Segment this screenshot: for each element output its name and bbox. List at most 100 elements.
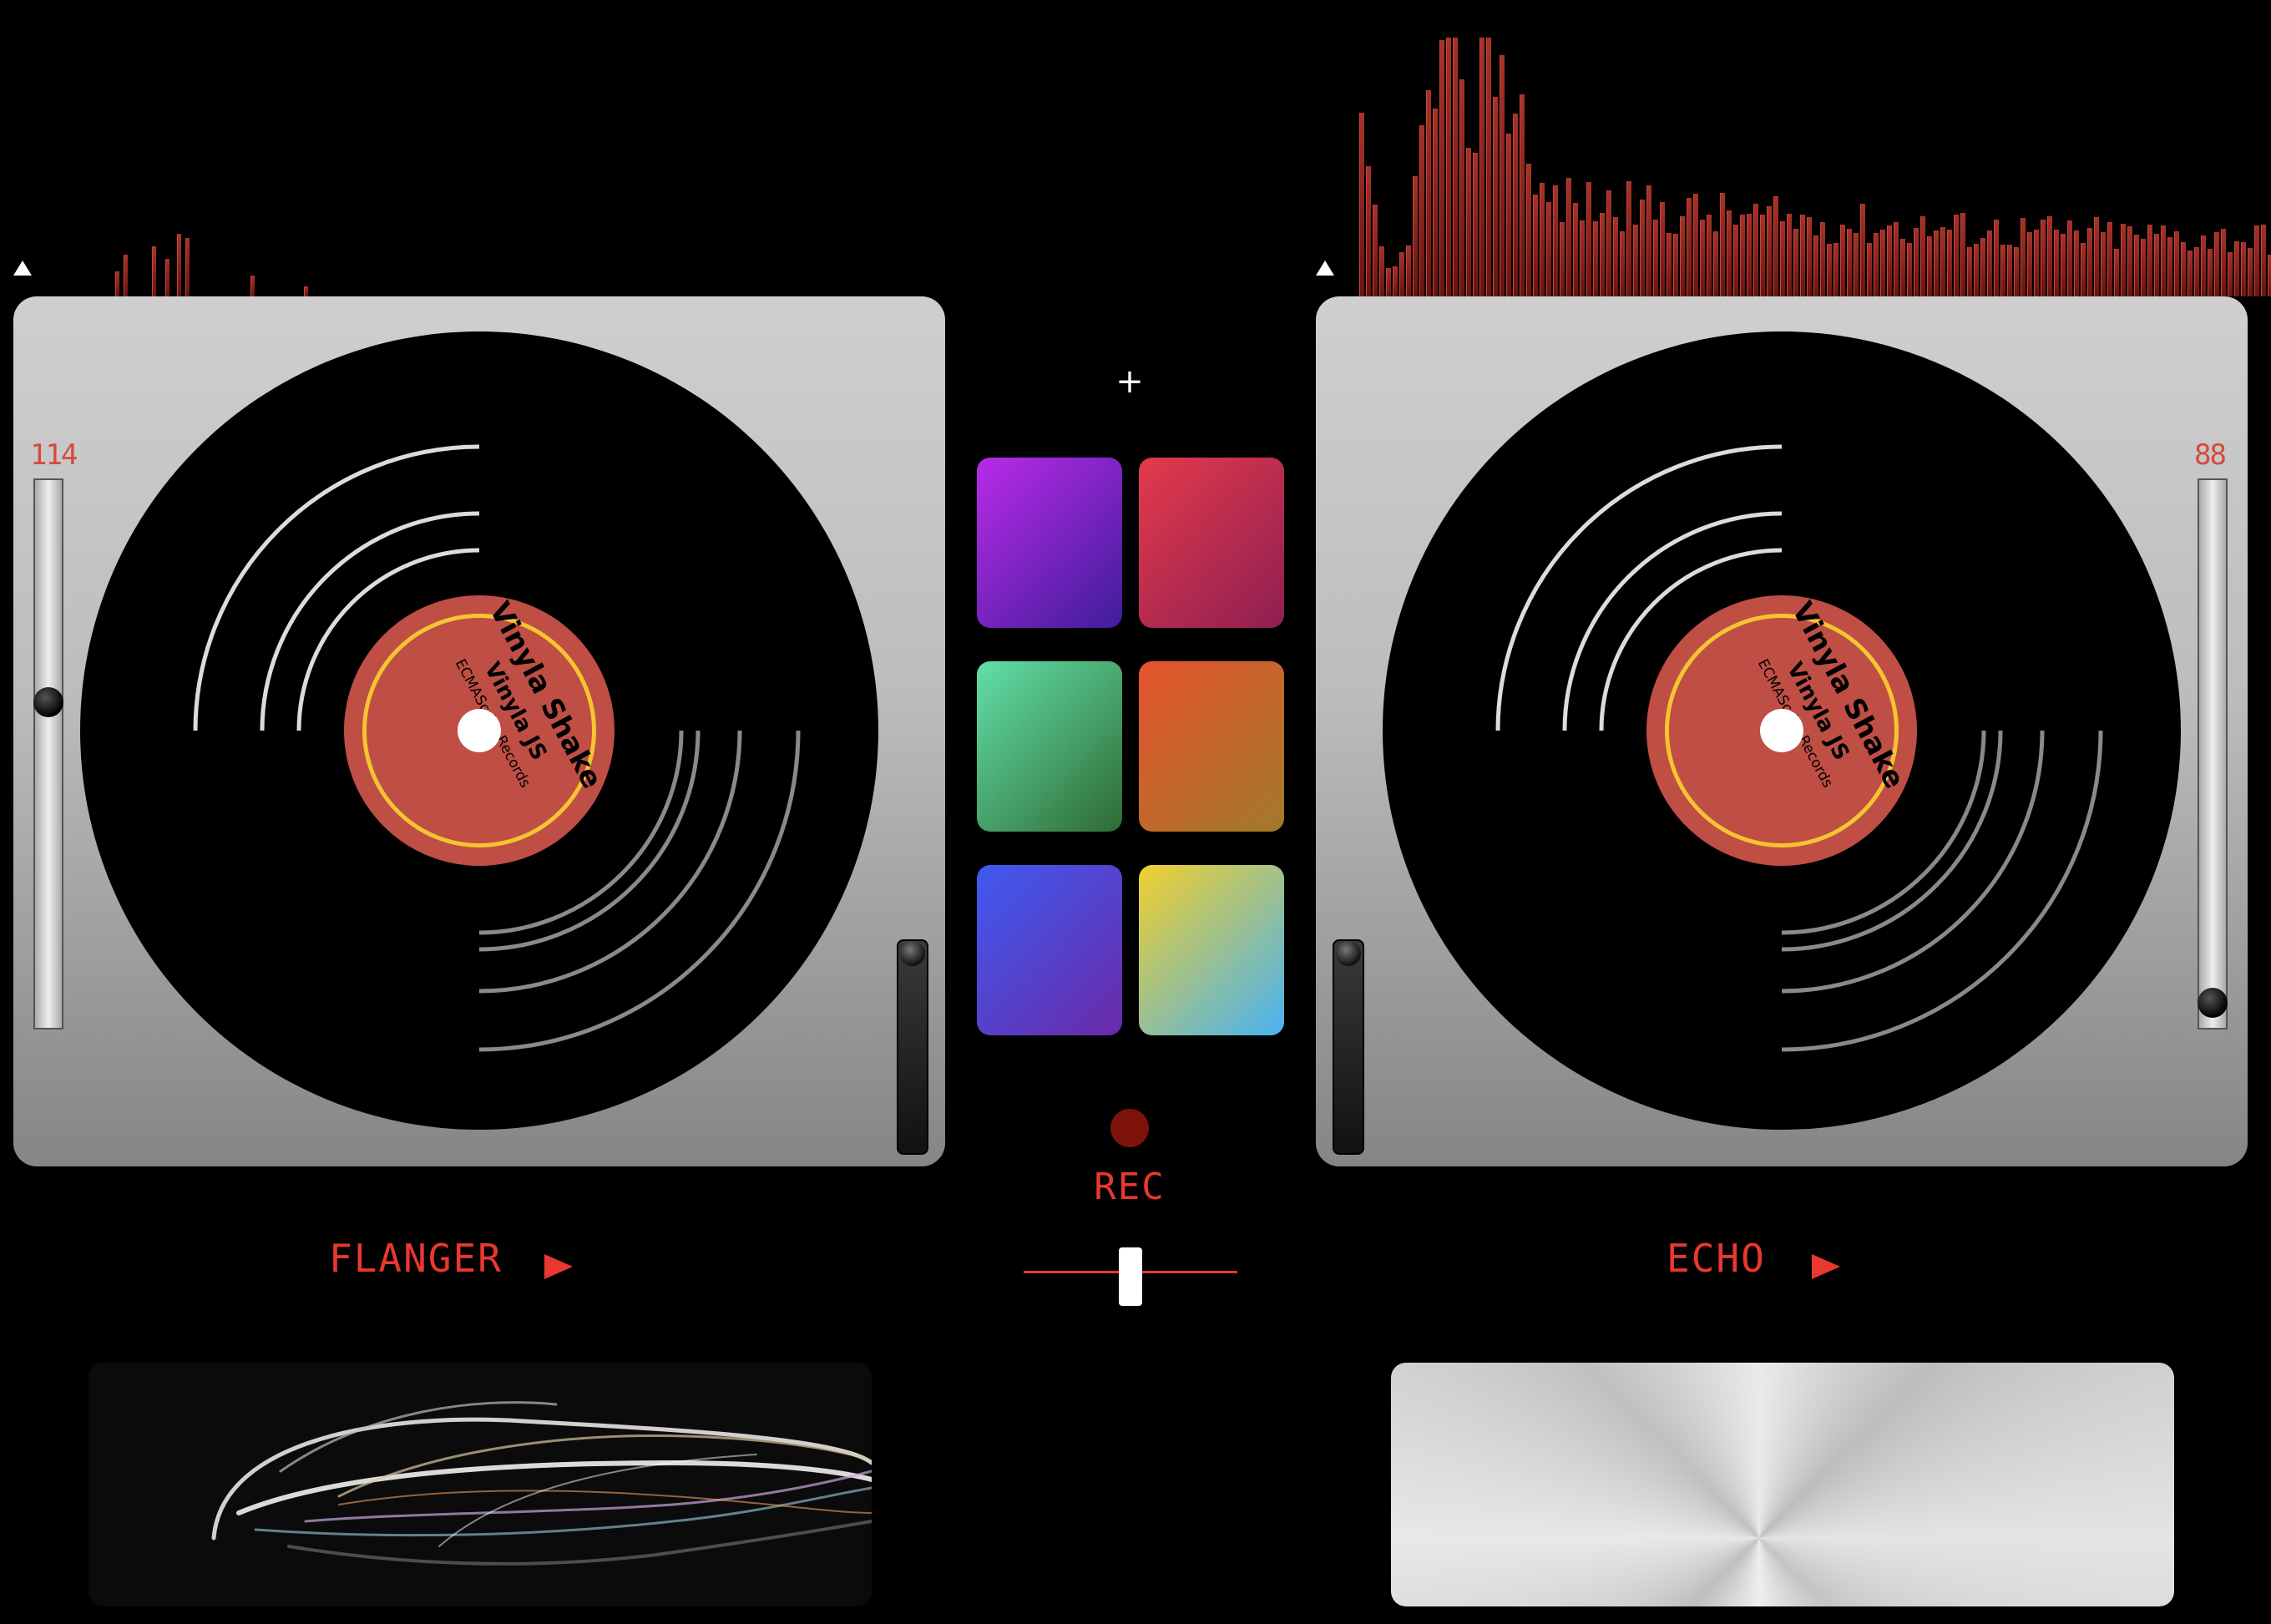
spectrum-bar: [1386, 268, 1391, 296]
pitch-knob-left[interactable]: [33, 687, 63, 717]
spectrum-bar: [165, 259, 169, 296]
spectrum-bar: [1934, 230, 1939, 296]
spectrum-bar: [1847, 228, 1852, 296]
spectrum-bar: [2268, 255, 2271, 296]
spectrum-left: [0, 0, 1311, 296]
volume-knob-left[interactable]: [900, 941, 925, 966]
spectrum-bar: [1493, 96, 1498, 296]
spectrum-bar: [1479, 38, 1484, 296]
spindle: [1760, 709, 1803, 752]
crossfader-handle[interactable]: [1119, 1247, 1142, 1306]
spectrum-bar: [1827, 243, 1832, 296]
spectrum-bar: [1439, 39, 1444, 296]
volume-knob-right[interactable]: [1336, 941, 1361, 966]
spectrum-bar: [1867, 243, 1872, 296]
spectrum-bar: [1513, 113, 1518, 296]
spectrum-bar: [2154, 233, 2159, 296]
spectrum-bar: [1573, 203, 1578, 296]
pad-rainbow[interactable]: [1139, 865, 1284, 1035]
volume-fader-left[interactable]: [897, 939, 928, 1155]
spectrum-bar: [1880, 229, 1885, 296]
spectrum-bar: [1620, 231, 1625, 296]
spectrum-bar: [1373, 204, 1378, 296]
effect-play-right-icon[interactable]: [1812, 1254, 1840, 1279]
spectrum-bar: [1566, 177, 1571, 296]
pad-green[interactable]: [977, 661, 1122, 832]
pad-blue[interactable]: [977, 865, 1122, 1035]
spectrum-bar: [1907, 243, 1912, 296]
cue-marker-left-icon[interactable]: [13, 261, 32, 276]
record-button[interactable]: [1110, 1109, 1149, 1147]
volume-fader-right[interactable]: [1333, 939, 1364, 1155]
spectrum-bar: [2041, 220, 2046, 296]
spectrum-bar: [1813, 235, 1818, 296]
spectrum-bar: [1540, 182, 1545, 296]
spectrum-bar: [2254, 225, 2259, 296]
spectrum-bar: [1753, 203, 1758, 296]
spectrum-bar: [1854, 233, 1859, 296]
spectrum-bar: [1633, 224, 1638, 296]
pitch-slider-left[interactable]: [33, 478, 63, 1030]
spectrum-bar: [1760, 214, 1765, 296]
spectrum-bar: [1553, 185, 1558, 296]
spectrum-bar: [2188, 250, 2193, 296]
spectrum-bar: [1406, 245, 1411, 296]
spectrum-bar: [1426, 89, 1431, 296]
spectrum-bar: [2174, 230, 2179, 296]
spectrum-bar: [2234, 240, 2239, 296]
pitch-knob-right[interactable]: [2198, 988, 2228, 1018]
pitch-slider-right[interactable]: [2198, 478, 2228, 1030]
spectrum-bar: [1593, 220, 1598, 296]
spectrum-bar: [1626, 180, 1631, 296]
spectrum-bar: [2248, 247, 2253, 296]
platter-right[interactable]: Vinyla Shake Vinyla JS ECMAScript Record…: [1383, 331, 2181, 1130]
spectrum-bar: [1687, 198, 1692, 296]
spectrum-bar: [1900, 239, 1905, 296]
spectrum-bar: [177, 234, 181, 296]
spectrum-bar: [1767, 205, 1772, 296]
spectrum-bar: [2094, 217, 2099, 296]
effect-pad-right[interactable]: [1391, 1363, 2174, 1606]
spectrum-bar: [1653, 219, 1658, 296]
spectrum-bar: [2047, 216, 2052, 296]
spectrum-bar: [1520, 94, 1525, 296]
spectrum-bar: [1586, 181, 1591, 296]
spectrum-bar: [1713, 231, 1718, 296]
spectrum-bar: [1526, 163, 1531, 296]
effect-play-left-icon[interactable]: [544, 1254, 573, 1279]
spectrum-bar: [1840, 224, 1845, 296]
spectrum-bar: [152, 246, 156, 296]
spectrum-bar: [2241, 241, 2246, 296]
spectrum-bar: [1927, 235, 1932, 296]
spectrum-bar: [1379, 245, 1384, 296]
spectrum-bar: [1793, 228, 1798, 296]
spectrum-bar: [2007, 244, 2012, 296]
spectrum-bar: [1740, 215, 1745, 296]
record-label: Vinyla Shake Vinyla JS ECMAScript Record…: [1646, 595, 1917, 866]
spectrum-bar: [124, 255, 128, 296]
effect-name-right[interactable]: ECHO: [1667, 1236, 1766, 1281]
spectrum-bar: [2061, 233, 2066, 296]
spectrum-bar: [1486, 38, 1491, 296]
spectrum-bar: [1366, 165, 1371, 296]
platter-left[interactable]: Vinyla Shake Vinyla JS ECMAScript Record…: [80, 331, 878, 1130]
spectrum-bar: [1646, 185, 1651, 296]
spectrum-bar: [2194, 247, 2199, 296]
spectrum-bar: [1994, 220, 1999, 296]
spectrum-right: [1311, 0, 2271, 296]
spectrum-bar: [1693, 194, 1698, 296]
spectrum-bar: [1914, 227, 1919, 296]
pad-purple[interactable]: [977, 458, 1122, 628]
pad-orange[interactable]: [1139, 661, 1284, 832]
cue-marker-right-icon[interactable]: [1316, 261, 1334, 276]
spectrum-bar: [1920, 215, 1925, 296]
spectrum-bar: [1580, 220, 1585, 296]
effect-pad-left[interactable]: [89, 1363, 872, 1606]
spectrum-bar: [1419, 124, 1424, 296]
spectrum-bar: [2021, 218, 2026, 296]
effect-name-left[interactable]: FLANGER: [329, 1236, 503, 1281]
spectrum-bar: [250, 276, 255, 296]
add-track-button[interactable]: +: [1110, 362, 1149, 401]
spectrum-bar: [1433, 108, 1438, 296]
pad-red[interactable]: [1139, 458, 1284, 628]
